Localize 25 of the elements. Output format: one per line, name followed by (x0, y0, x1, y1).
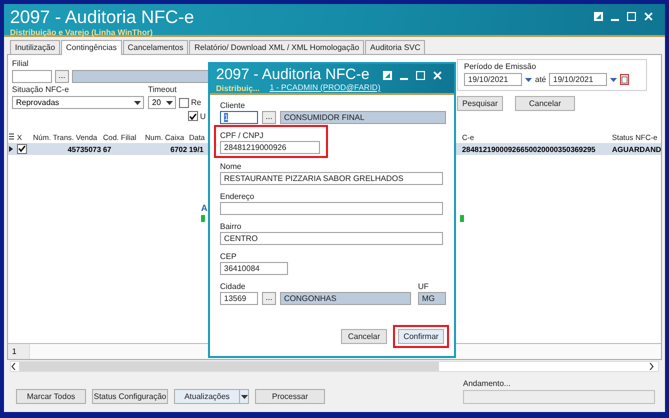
window-title: 2097 - Auditoria NFC-e (10, 8, 194, 26)
checkbox-label: Re (191, 98, 202, 107)
dialog-subtitle: Distribuiç... (216, 84, 260, 93)
field-label: Timeout (148, 85, 177, 94)
field-label: Filial (12, 59, 30, 68)
uf-field: MG (418, 292, 446, 305)
field-label: CPF / CNPJ (220, 131, 265, 140)
field-label: CEP (220, 252, 238, 261)
field-label: Nome (220, 162, 242, 171)
window-subtitle: Distribuição e Varejo (Linha WinThor) (10, 28, 154, 37)
field-label: Endereço (220, 192, 256, 201)
field-label: Situação NFC-e (12, 85, 70, 94)
field-label: UF (418, 282, 430, 291)
dialog-title: 2097 - Auditoria NFC-e (216, 67, 370, 82)
status-text: A (201, 203, 208, 213)
field-label: Cliente (220, 101, 246, 110)
group-label: Período de Emissão (464, 62, 538, 71)
row-number: 1 (8, 344, 30, 359)
field-label: Cidade (220, 282, 246, 291)
progress-label: Andamento... (463, 379, 512, 388)
field-label: até (535, 75, 546, 84)
checkbox-label: U (200, 112, 206, 120)
name-field: CONSUMIDOR FINAL (280, 111, 446, 124)
field-label: Bairro (220, 222, 242, 231)
name-field: CONGONHAS (280, 292, 411, 305)
